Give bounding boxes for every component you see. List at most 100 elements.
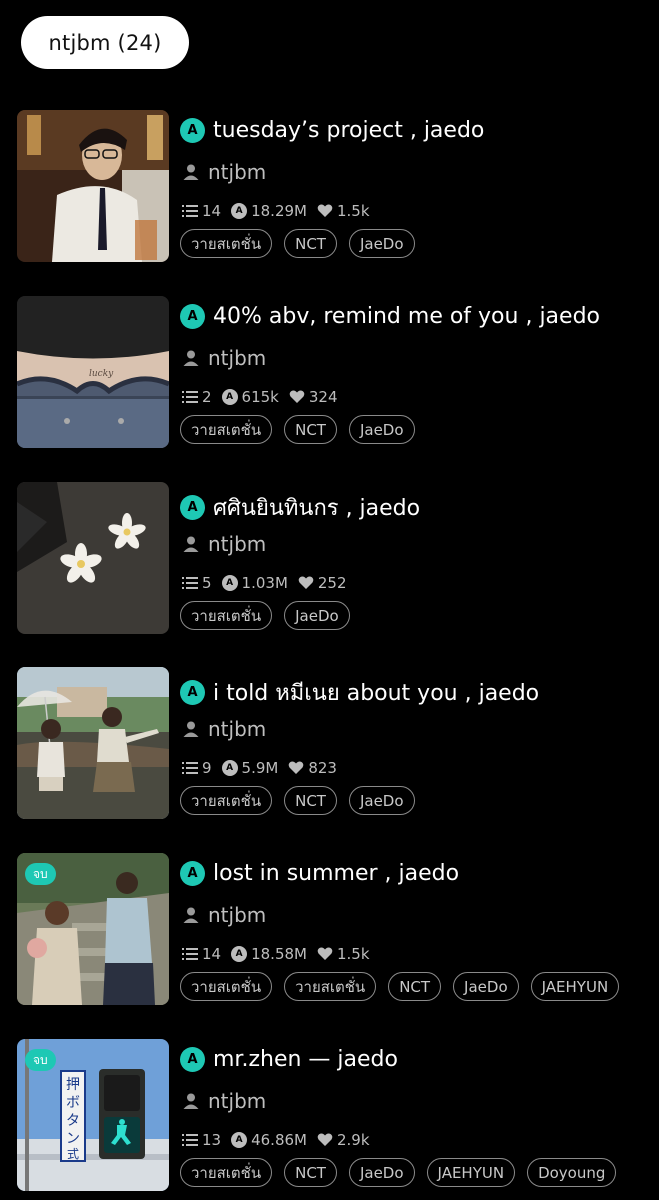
story-card[interactable]: A i told หมีเนย about you , jaedo ntjbm … [0,667,659,819]
completed-badge: จบ [25,863,56,885]
story-title[interactable]: ศศินยินทินกร , jaedo [213,490,420,525]
tag-chip[interactable]: NCT [284,1158,337,1187]
votes-count: 252 [317,574,347,592]
tag-chip[interactable]: JaeDo [348,415,415,444]
story-cover[interactable] [17,667,169,819]
a-circle-icon: A [180,1047,205,1072]
author-name: ntjbm [208,717,267,741]
tag-chip[interactable]: วายสเตชั่น [180,415,273,444]
tag-chip[interactable]: JaeDo [348,786,415,815]
tag-chip[interactable]: NCT [284,786,337,815]
story-title[interactable]: lost in summer , jaedo [213,861,459,886]
tag-chip[interactable]: JaeDo [453,972,519,1001]
parts-stat: 14 [182,945,221,963]
tag-chip[interactable]: วายสเตชั่น [180,229,273,258]
a-circle-icon: A [180,680,205,705]
parts-stat: 14 [182,202,221,220]
tag-chip[interactable]: NCT [388,972,442,1001]
completed-badge: จบ [25,1049,56,1071]
tags-row: วายสเตชั่น NCT JaeDo [180,786,626,816]
svg-text:タ: タ [66,1113,80,1129]
story-card[interactable]: จบ A lost in summer , jaedo ntjbm 14 A 18… [0,853,659,1005]
title-row: A tuesday’s project , jaedo [180,118,484,143]
a-circle-icon: A [221,760,238,776]
author-row[interactable]: ntjbm [182,160,266,184]
author-row[interactable]: ntjbm [182,346,266,370]
heart-icon [317,947,333,960]
tag-chip[interactable]: วายสเตชั่น [180,972,273,1001]
author-row[interactable]: ntjbm [182,717,266,741]
author-row[interactable]: ntjbm [182,903,266,927]
story-title[interactable]: tuesday’s project , jaedo [213,118,484,143]
tags-row[interactable]: วายสเตชั่น วายสเตชั่น NCT JaeDo JAEHYUN [180,972,626,1002]
stats-row: 5 A 1.03M 252 [182,574,357,592]
tags-row: วายสเตชั่น NCT JaeDo [180,229,626,259]
profile-filter-chip[interactable]: ntjbm (24) [21,16,189,69]
story-cover[interactable] [17,482,169,634]
votes-count: 1.5k [336,202,370,220]
tag-chip[interactable]: JaeDo [348,229,415,258]
story-cover[interactable]: 押 ボ タ ン 式 จบ [17,1039,169,1191]
reads-count: 46.86M [251,1131,307,1149]
svg-text:式: 式 [67,1147,79,1161]
tag-chip[interactable]: JAEHYUN [530,972,620,1001]
title-row: A 40% abv, remind me of you , jaedo [180,304,600,329]
votes-count: 1.5k [336,945,370,963]
stats-row: 13 A 46.86M 2.9k [182,1131,380,1149]
author-name: ntjbm [208,903,267,927]
tag-chip[interactable]: วายสเตชั่น [180,1158,273,1187]
story-title[interactable]: 40% abv, remind me of you , jaedo [213,304,600,329]
parts-stat: 2 [182,388,212,406]
heart-icon [317,204,333,217]
a-circle-icon: A [221,575,238,591]
votes-count: 823 [308,759,337,777]
stats-row: 9 A 5.9M 823 [182,759,347,777]
story-title[interactable]: mr.zhen — jaedo [213,1047,398,1072]
story-cover[interactable]: lucky [17,296,169,448]
story-info: A lost in summer , jaedo ntjbm 14 A 18.58… [180,853,659,1005]
cover-image-flowers [17,482,169,634]
tag-chip[interactable]: JaeDo [348,1158,415,1187]
author-row[interactable]: ntjbm [182,1089,266,1113]
parts-stat: 13 [182,1131,221,1149]
tag-chip[interactable]: วายสเตชั่น [180,786,273,815]
story-cover[interactable] [17,110,169,262]
votes-stat: 252 [298,574,347,592]
tag-chip[interactable]: JaeDo [284,601,350,630]
tag-chip[interactable]: วายสเตชั่น [284,972,377,1001]
story-cover[interactable]: จบ [17,853,169,1005]
tags-row: วายสเตชั่น JaeDo [180,601,626,631]
cover-image-jeans-tattoo: lucky [17,296,169,448]
tags-row[interactable]: วายสเตชั่น NCT JaeDo JAEHYUN Doyoung [180,1158,626,1188]
story-card[interactable]: A tuesday’s project , jaedo ntjbm 14 A 18… [0,110,659,262]
story-title[interactable]: i told หมีเนย about you , jaedo [213,675,539,710]
a-circle-icon: A [221,389,238,405]
reads-count: 18.29M [251,202,307,220]
tag-chip[interactable]: NCT [284,415,337,444]
votes-stat: 2.9k [317,1131,370,1149]
person-icon [183,164,199,180]
title-row: A ศศินยินทินกร , jaedo [180,490,420,525]
list-icon [182,205,198,217]
reads-stat: A 18.29M [231,202,307,220]
author-row[interactable]: ntjbm [182,532,266,556]
story-info: A 40% abv, remind me of you , jaedo ntjb… [180,296,659,448]
story-card[interactable]: 押 ボ タ ン 式 จบ A mr.zhen — jaedo ntjbm 13 … [0,1039,659,1191]
tag-chip[interactable]: NCT [284,229,337,258]
a-circle-icon: A [180,118,205,143]
story-info: A i told หมีเนย about you , jaedo ntjbm … [180,667,659,819]
list-icon [182,762,198,774]
votes-stat: 1.5k [317,945,370,963]
tag-chip[interactable]: วายสเตชั่น [180,601,273,630]
heart-icon [298,576,314,589]
stats-row: 14 A 18.58M 1.5k [182,945,380,963]
cover-image-children-boat [17,667,169,819]
person-icon [183,536,199,552]
story-card[interactable]: A ศศินยินทินกร , jaedo ntjbm 5 A 1.03M 25… [0,482,659,634]
story-card[interactable]: lucky A 40% abv, remind me of you , jaed… [0,296,659,448]
cover-image-office-man [17,110,169,262]
tag-chip[interactable]: JAEHYUN [426,1158,516,1187]
a-circle-icon: A [180,861,205,886]
tag-chip[interactable]: Doyoung [527,1158,617,1187]
story-info: A ศศินยินทินกร , jaedo ntjbm 5 A 1.03M 25… [180,482,659,634]
